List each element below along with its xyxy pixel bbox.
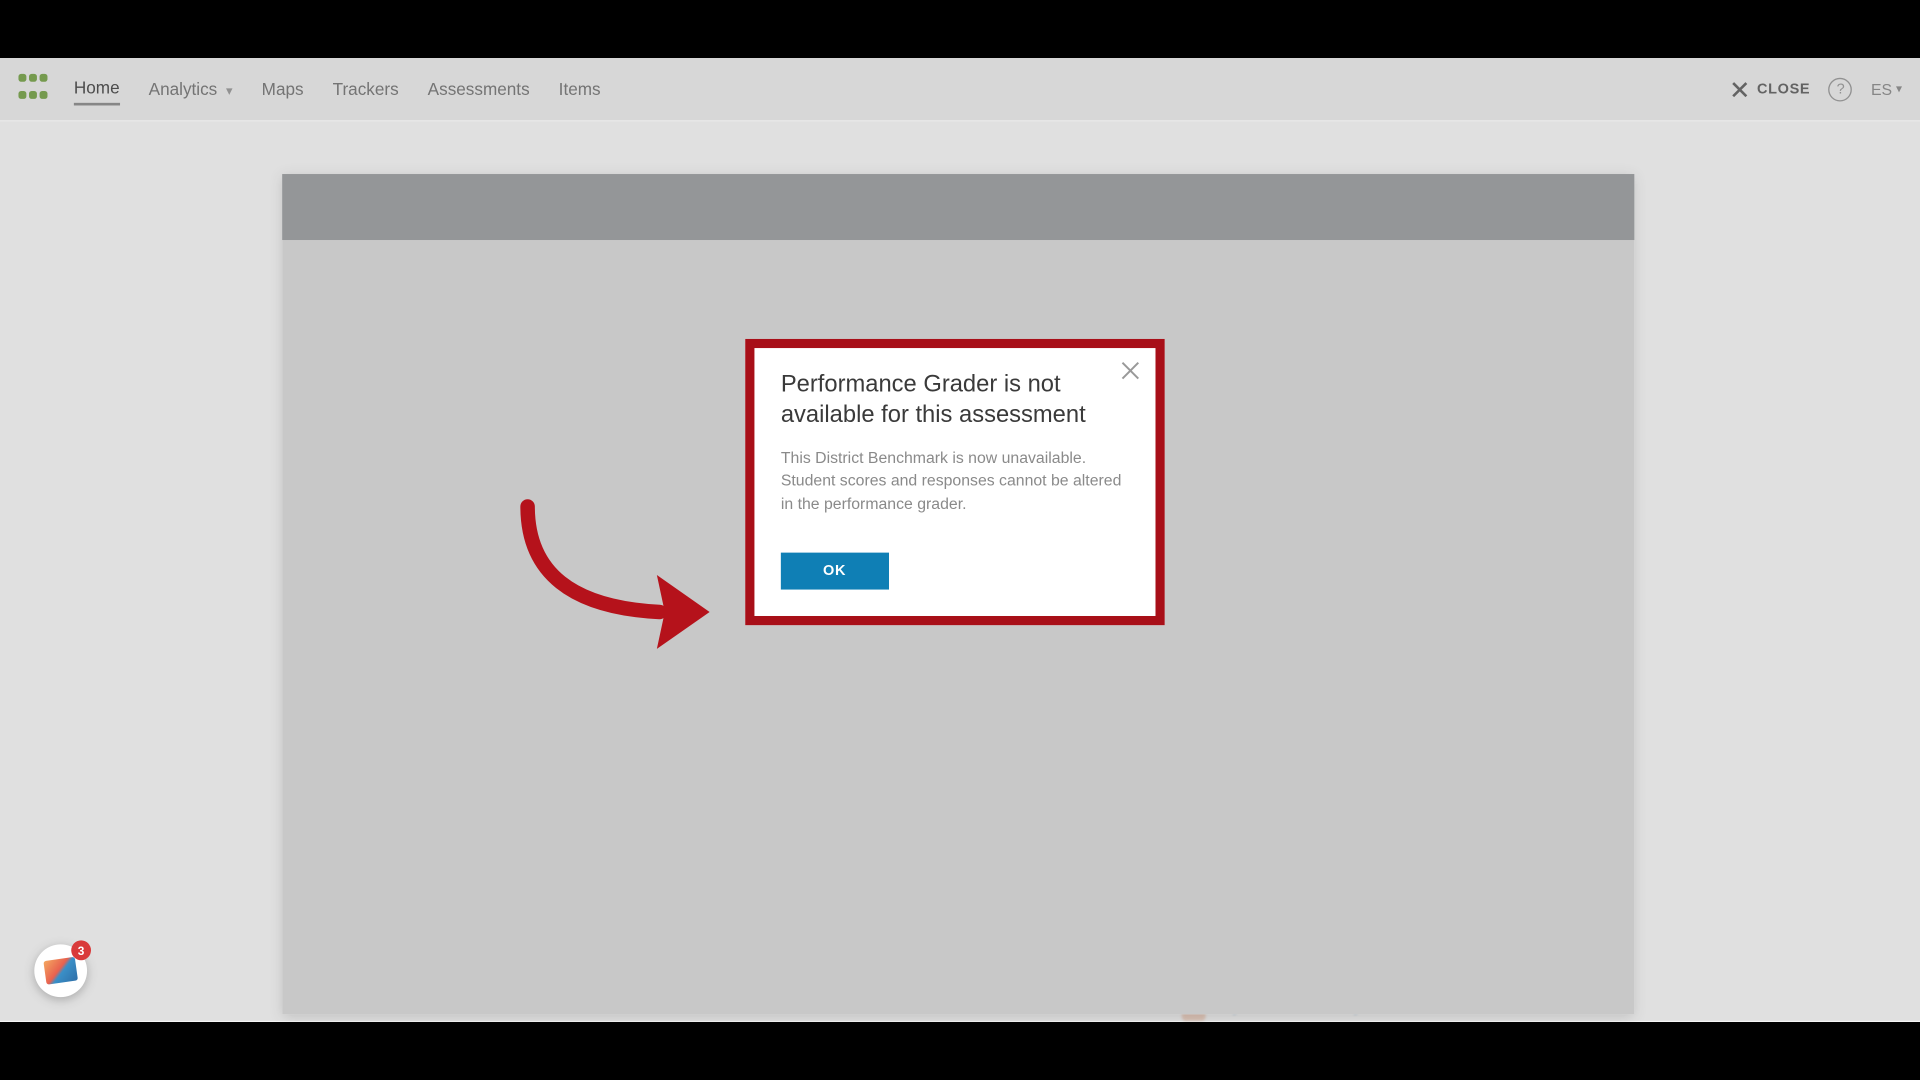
badge-count: 3 (71, 940, 91, 960)
nav-trackers[interactable]: Trackers (333, 74, 399, 104)
dialog-body: This District Benchmark is now unavailab… (781, 447, 1129, 516)
user-initials: ES (1871, 80, 1892, 98)
dialog-title: Performance Grader is not available for … (781, 369, 1129, 428)
ok-button[interactable]: OK (781, 553, 888, 590)
chevron-down-icon: ▾ (1896, 82, 1902, 97)
close-icon (1731, 80, 1749, 98)
topbar: Home Analytics ▾ Maps Trackers Assessmen… (0, 58, 1920, 121)
app-viewport: Home Analytics ▾ Maps Trackers Assessmen… (0, 58, 1920, 1022)
chevron-down-icon: ▾ (226, 84, 233, 99)
nav-items[interactable]: Items (559, 74, 601, 104)
nav-analytics[interactable]: Analytics ▾ (149, 74, 233, 104)
nav-home[interactable]: Home (74, 73, 120, 106)
nav-analytics-label: Analytics (149, 79, 218, 99)
nav-assessments[interactable]: Assessments (428, 74, 530, 104)
modal-backdrop: Available 🔒 Mastery Connect Canvas Secti… (0, 121, 1920, 1021)
close-label: CLOSE (1757, 81, 1810, 97)
nav-maps[interactable]: Maps (262, 74, 304, 104)
badge-logo-icon (43, 957, 78, 985)
unavailable-dialog: Performance Grader is not available for … (754, 348, 1155, 616)
app-logo-icon (18, 73, 50, 105)
letterbox-top (0, 0, 1920, 58)
help-icon[interactable]: ? (1829, 77, 1853, 101)
notifications-badge[interactable]: 3 (34, 944, 87, 997)
dialog-close-button[interactable] (1119, 359, 1143, 383)
letterbox-bottom (0, 1022, 1920, 1080)
user-menu[interactable]: ES ▾ (1871, 80, 1902, 98)
close-button[interactable]: CLOSE (1731, 80, 1811, 98)
close-icon (1119, 359, 1143, 383)
main-nav: Home Analytics ▾ Maps Trackers Assessmen… (74, 73, 601, 106)
dialog-highlight-border: Performance Grader is not available for … (745, 339, 1164, 625)
